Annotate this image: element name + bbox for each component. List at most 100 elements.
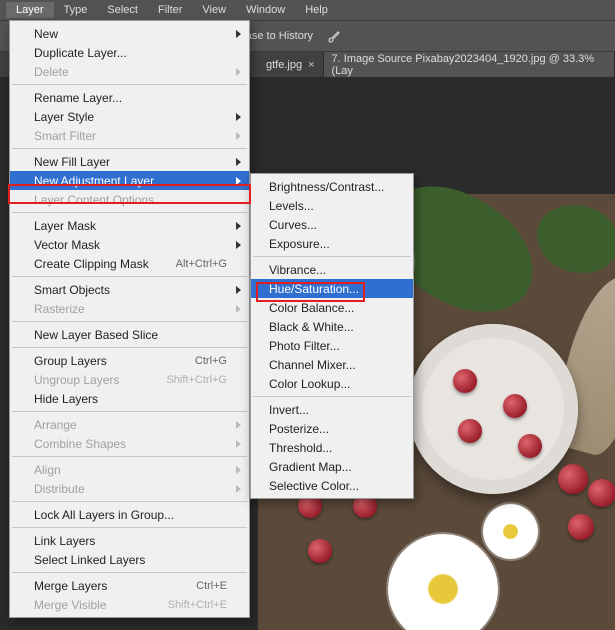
submenu-item-label: Channel Mixer...: [269, 358, 356, 372]
menu-layer[interactable]: Layer: [6, 2, 54, 18]
menu-item-label: Layer Content Options...: [34, 193, 164, 207]
chevron-right-icon: [236, 158, 241, 166]
submenu-item[interactable]: Selective Color...: [251, 476, 413, 495]
menu-item-label: Combine Shapes: [34, 437, 126, 451]
menu-item-label: Smart Objects: [34, 283, 110, 297]
menu-filter[interactable]: Filter: [148, 2, 192, 18]
menu-item-label: New Adjustment Layer: [34, 174, 154, 188]
submenu-item[interactable]: Color Balance...: [251, 298, 413, 317]
close-icon[interactable]: ×: [308, 59, 314, 71]
menu-item-label: Merge Visible: [34, 598, 106, 612]
submenu-item-label: Selective Color...: [269, 479, 359, 493]
submenu-item[interactable]: Vibrance...: [251, 260, 413, 279]
menu-item-label: Merge Layers: [34, 579, 107, 593]
chevron-right-icon: [236, 440, 241, 448]
submenu-item[interactable]: Exposure...: [251, 234, 413, 253]
chevron-right-icon: [236, 305, 241, 313]
submenu-item-label: Threshold...: [269, 441, 332, 455]
menu-item[interactable]: Duplicate Layer...: [10, 43, 249, 62]
menu-shortcut: Alt+Ctrl+G: [176, 258, 227, 270]
menu-item-label: Rasterize: [34, 302, 85, 316]
chevron-right-icon: [236, 113, 241, 121]
menu-separator: [12, 501, 247, 502]
chevron-right-icon: [236, 30, 241, 38]
tab-label: 7. Image Source Pixabay2023404_1920.jpg …: [332, 53, 606, 77]
menu-item[interactable]: Group LayersCtrl+G: [10, 351, 249, 370]
menu-item[interactable]: Rename Layer...: [10, 88, 249, 107]
submenu-item[interactable]: Channel Mixer...: [251, 355, 413, 374]
menu-type[interactable]: Type: [54, 2, 98, 18]
menu-item-label: New Fill Layer: [34, 155, 110, 169]
menu-item[interactable]: Layer Style: [10, 107, 249, 126]
menu-item[interactable]: Select Linked Layers: [10, 550, 249, 569]
menu-item-label: Group Layers: [34, 354, 107, 368]
chevron-right-icon: [236, 222, 241, 230]
menu-separator: [12, 321, 247, 322]
app-root: LayerTypeSelectFilterViewWindowHelp 100%…: [0, 0, 615, 630]
menu-item[interactable]: Create Clipping Mask Alt+Ctrl+G: [10, 254, 249, 273]
submenu-item[interactable]: Threshold...: [251, 438, 413, 457]
submenu-item[interactable]: Photo Filter...: [251, 336, 413, 355]
menu-item[interactable]: Smart Objects: [10, 280, 249, 299]
submenu-item[interactable]: Brightness/Contrast...: [251, 177, 413, 196]
submenu-item[interactable]: Hue/Saturation...: [251, 279, 413, 298]
menu-shortcut: Ctrl+E: [196, 580, 227, 592]
brush-icon[interactable]: [323, 25, 345, 47]
menu-item[interactable]: Layer Mask: [10, 216, 249, 235]
submenu-item-label: Gradient Map...: [269, 460, 352, 474]
submenu-item[interactable]: Color Lookup...: [251, 374, 413, 393]
chevron-right-icon: [236, 286, 241, 294]
menu-item-label: Layer Style: [34, 110, 94, 124]
chevron-right-icon: [236, 132, 241, 140]
submenu-item-label: Brightness/Contrast...: [269, 180, 384, 194]
menu-item: Combine Shapes: [10, 434, 249, 453]
menu-window[interactable]: Window: [236, 2, 295, 18]
document-tab-inactive[interactable]: gtfe.jpg ×: [258, 52, 324, 77]
menu-item: Distribute: [10, 479, 249, 498]
menu-view[interactable]: View: [192, 2, 236, 18]
menu-separator: [253, 396, 411, 397]
menu-item[interactable]: New Fill Layer: [10, 152, 249, 171]
submenu-item-label: Posterize...: [269, 422, 329, 436]
menu-item-label: Align: [34, 463, 61, 477]
menu-item[interactable]: Hide Layers: [10, 389, 249, 408]
menu-item[interactable]: Merge Layers Ctrl+E: [10, 576, 249, 595]
submenu-item[interactable]: Gradient Map...: [251, 457, 413, 476]
menu-item: Smart Filter: [10, 126, 249, 145]
submenu-item[interactable]: Levels...: [251, 196, 413, 215]
submenu-item[interactable]: Invert...: [251, 400, 413, 419]
menu-item[interactable]: Vector Mask: [10, 235, 249, 254]
menu-item-label: Link Layers: [34, 534, 95, 548]
menu-item-label: Create Clipping Mask: [34, 257, 149, 271]
chevron-right-icon: [236, 421, 241, 429]
new-adjustment-layer-submenu: Brightness/Contrast... Levels...Curves...…: [250, 173, 414, 499]
menu-select[interactable]: Select: [97, 2, 148, 18]
menu-item: Ungroup LayersShift+Ctrl+G: [10, 370, 249, 389]
menu-item-label: Smart Filter: [34, 129, 96, 143]
chevron-right-icon: [236, 241, 241, 249]
menu-item: Arrange: [10, 415, 249, 434]
menu-item[interactable]: Link Layers: [10, 531, 249, 550]
menu-item[interactable]: Lock All Layers in Group...: [10, 505, 249, 524]
menu-item[interactable]: New Adjustment Layer: [10, 171, 249, 190]
menu-item-label: Lock All Layers in Group...: [34, 508, 174, 522]
document-tab-active[interactable]: 7. Image Source Pixabay2023404_1920.jpg …: [324, 52, 615, 77]
menu-item[interactable]: New Layer Based Slice: [10, 325, 249, 344]
submenu-item[interactable]: Posterize...: [251, 419, 413, 438]
chevron-right-icon: [236, 485, 241, 493]
menu-item-label: Distribute: [34, 482, 85, 496]
menu-separator: [12, 347, 247, 348]
menu-shortcut: Shift+Ctrl+G: [166, 374, 227, 386]
menu-help[interactable]: Help: [295, 2, 338, 18]
menu-separator: [12, 572, 247, 573]
menu-item: Align: [10, 460, 249, 479]
submenu-item[interactable]: Black & White...: [251, 317, 413, 336]
menu-item[interactable]: New: [10, 24, 249, 43]
submenu-item-label: Black & White...: [269, 320, 354, 334]
menu-item: Layer Content Options...: [10, 190, 249, 209]
submenu-item[interactable]: Curves...: [251, 215, 413, 234]
menu-shortcut: Shift+Ctrl+E: [168, 599, 227, 611]
menu-separator: [12, 148, 247, 149]
menu-separator: [12, 456, 247, 457]
menu-separator: [12, 411, 247, 412]
